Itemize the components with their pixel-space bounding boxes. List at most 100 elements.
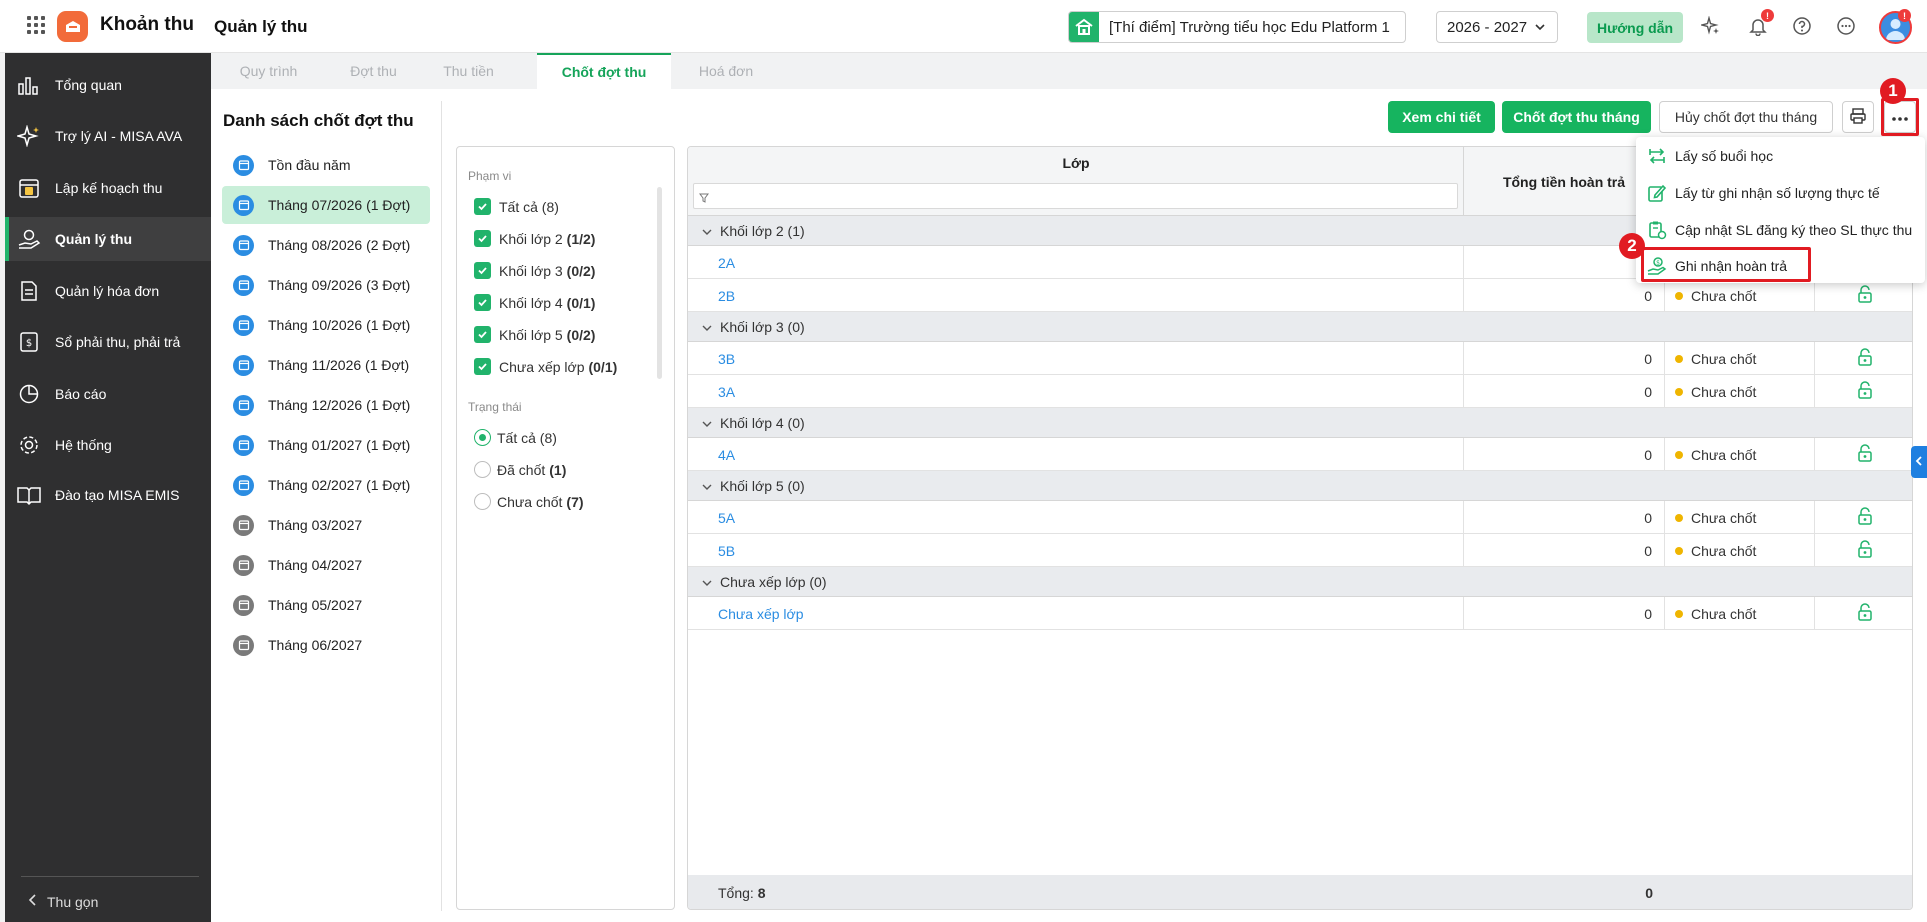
period-item[interactable]: Tháng 09/2026 (3 Đợt)	[222, 266, 430, 304]
collapse-sidebar-button[interactable]: Thu gọn	[27, 893, 98, 910]
class-link[interactable]: Chưa xếp lớp	[688, 597, 1464, 630]
period-item[interactable]: Tháng 10/2026 (1 Đợt)	[222, 306, 430, 344]
status-count: (7)	[566, 493, 584, 510]
footer-count: 8	[757, 885, 766, 901]
unlock-button[interactable]	[1815, 501, 1912, 534]
unlock-button[interactable]	[1815, 438, 1912, 471]
view-detail-button[interactable]: Xem chi tiết	[1388, 101, 1495, 133]
chevron-down-icon	[702, 478, 712, 494]
tab-fee-batches[interactable]: Đợt thu	[326, 53, 421, 89]
table-row[interactable]: 5B 0 Chưa chốt	[688, 534, 1912, 567]
class-link[interactable]: 2B	[688, 279, 1464, 312]
svg-text:$: $	[26, 338, 32, 349]
table-row[interactable]: 3A 0 Chưa chốt	[688, 375, 1912, 408]
period-item[interactable]: Tháng 07/2026 (1 Đợt)	[222, 186, 430, 224]
scope-checkbox-grade-4[interactable]: Khối lớp 4 (0/1)	[474, 294, 595, 311]
school-year-select[interactable]: 2026 - 2027	[1436, 11, 1558, 43]
table-row[interactable]: 3B 0 Chưa chốt	[688, 342, 1912, 375]
calendar-icon	[233, 554, 254, 576]
class-link[interactable]: 5B	[688, 534, 1464, 567]
status-badge: Chưa chốt	[1691, 542, 1757, 559]
class-link[interactable]: 4A	[688, 438, 1464, 471]
close-month-batch-button[interactable]: Chốt đợt thu tháng	[1502, 101, 1651, 133]
grade-group[interactable]: Khối lớp 5 (0)	[688, 471, 1912, 501]
sidebar-item-invoices[interactable]: Quản lý hóa đơn	[5, 269, 211, 313]
help-icon[interactable]	[1791, 15, 1813, 37]
unlock-button[interactable]	[1815, 342, 1912, 375]
period-label: Tháng 07/2026 (1 Đợt)	[268, 197, 411, 213]
grade-group[interactable]: Khối lớp 4 (0)	[688, 408, 1912, 438]
unlock-button[interactable]	[1815, 597, 1912, 630]
class-link[interactable]: 2A	[688, 246, 1464, 279]
tab-process[interactable]: Quy trình	[211, 53, 326, 89]
menu-item-get-sessions[interactable]: Lấy số buổi học	[1636, 138, 1925, 174]
sidebar-item-training[interactable]: Đào tạo MISA EMIS	[5, 473, 211, 517]
clipboard-refresh-icon	[1646, 219, 1668, 241]
grade-group[interactable]: Khối lớp 3 (0)	[688, 312, 1912, 342]
status-badge: Chưa chốt	[1691, 350, 1757, 367]
cancel-close-month-button[interactable]: Hủy chốt đợt thu tháng	[1659, 101, 1833, 133]
sidebar-item-planning[interactable]: Lập kế hoạch thu	[5, 166, 211, 210]
class-link[interactable]: 3B	[688, 342, 1464, 375]
menu-item-get-actual-quantity[interactable]: Lấy từ ghi nhận số lượng thực tế	[1636, 175, 1925, 211]
period-label: Tháng 06/2027	[268, 637, 363, 653]
school-selector[interactable]: [Thí điểm] Trường tiểu học Edu Platform …	[1068, 11, 1406, 43]
period-item[interactable]: Tháng 04/2027	[222, 546, 430, 584]
period-item[interactable]: Tháng 01/2027 (1 Đợt)	[222, 426, 430, 464]
tab-collect[interactable]: Thu tiền	[421, 53, 516, 89]
status-radio-open[interactable]: Chưa chốt (7)	[474, 493, 584, 510]
book-icon	[16, 483, 42, 507]
menu-item-record-refund[interactable]: $ Ghi nhận hoàn trả	[1636, 248, 1925, 284]
unlock-button[interactable]	[1815, 375, 1912, 408]
sidebar-item-ai-assistant[interactable]: Trợ lý AI - MISA AVA	[5, 114, 211, 158]
sidebar-item-label: Trợ lý AI - MISA AVA	[55, 128, 183, 144]
filter-scrollbar[interactable]	[657, 187, 662, 379]
period-item[interactable]: Tháng 05/2027	[222, 586, 430, 624]
scope-label: Khối lớp 2	[499, 230, 563, 247]
scope-checkbox-grade-2[interactable]: Khối lớp 2 (1/2)	[474, 230, 595, 247]
notification-bell-icon[interactable]: !	[1747, 9, 1774, 37]
table-row[interactable]: 5A 0 Chưa chốt	[688, 501, 1912, 534]
print-button[interactable]	[1842, 101, 1874, 133]
step-marker-2: 2	[1619, 233, 1645, 259]
app-launcher-icon[interactable]	[27, 16, 45, 34]
tab-invoices[interactable]: Hoá đơn	[671, 53, 781, 89]
period-item[interactable]: Tháng 06/2027	[222, 626, 430, 664]
side-panel-toggle[interactable]	[1911, 446, 1927, 478]
unlock-button[interactable]	[1815, 534, 1912, 567]
class-link[interactable]: 3A	[688, 375, 1464, 408]
period-item[interactable]: Tháng 12/2026 (1 Đợt)	[222, 386, 430, 424]
menu-item-update-registrations[interactable]: Cập nhật SL đăng ký theo SL thực thu	[1636, 212, 1925, 248]
period-item[interactable]: Tồn đầu năm	[222, 146, 430, 184]
status-radio-closed[interactable]: Đã chốt (1)	[474, 461, 566, 478]
status-badge: Chưa chốt	[1691, 605, 1757, 622]
more-actions-menu: Lấy số buổi học Lấy từ ghi nhận số lượng…	[1636, 137, 1925, 283]
grade-group[interactable]: Chưa xếp lớp (0)	[688, 567, 1912, 597]
scope-checkbox-all[interactable]: Tất cả (8)	[474, 198, 559, 215]
sidebar-item-fee-management[interactable]: Quản lý thu	[5, 217, 211, 261]
period-item[interactable]: Tháng 02/2027 (1 Đợt)	[222, 466, 430, 504]
swap-arrows-icon	[1646, 145, 1668, 167]
sidebar-item-overview[interactable]: Tổng quan	[5, 63, 211, 107]
table-row[interactable]: 4A 0 Chưa chốt	[688, 438, 1912, 471]
class-link[interactable]: 5A	[688, 501, 1464, 534]
period-item[interactable]: Tháng 08/2026 (2 Đợt)	[222, 226, 430, 264]
period-item[interactable]: Tháng 03/2027	[222, 506, 430, 544]
sidebar-item-system[interactable]: Hệ thống	[5, 423, 211, 467]
period-item[interactable]: Tháng 11/2026 (1 Đợt)	[222, 346, 430, 384]
more-options-icon[interactable]	[1835, 15, 1857, 37]
scope-checkbox-grade-5[interactable]: Khối lớp 5 (0/2)	[474, 326, 595, 343]
ai-sparkle-icon[interactable]	[1700, 15, 1722, 37]
period-label: Tháng 02/2027 (1 Đợt)	[268, 477, 411, 493]
sidebar-item-reports[interactable]: Báo cáo	[5, 372, 211, 416]
guide-button[interactable]: Hướng dẫn	[1587, 12, 1683, 43]
class-filter-input[interactable]	[693, 183, 1458, 209]
status-radio-all[interactable]: Tất cả (8)	[474, 429, 557, 446]
sidebar-item-ledger[interactable]: $ Sổ phải thu, phải trả	[5, 320, 211, 364]
scope-checkbox-unassigned[interactable]: Chưa xếp lớp (0/1)	[474, 358, 617, 375]
tab-close-batches[interactable]: Chốt đợt thu	[537, 53, 671, 89]
table-row[interactable]: Chưa xếp lớp 0 Chưa chốt	[688, 597, 1912, 630]
grade-group-label: Khối lớp 2 (1)	[720, 222, 805, 239]
scope-checkbox-grade-3[interactable]: Khối lớp 3 (0/2)	[474, 262, 595, 279]
more-actions-button[interactable]	[1884, 101, 1916, 133]
